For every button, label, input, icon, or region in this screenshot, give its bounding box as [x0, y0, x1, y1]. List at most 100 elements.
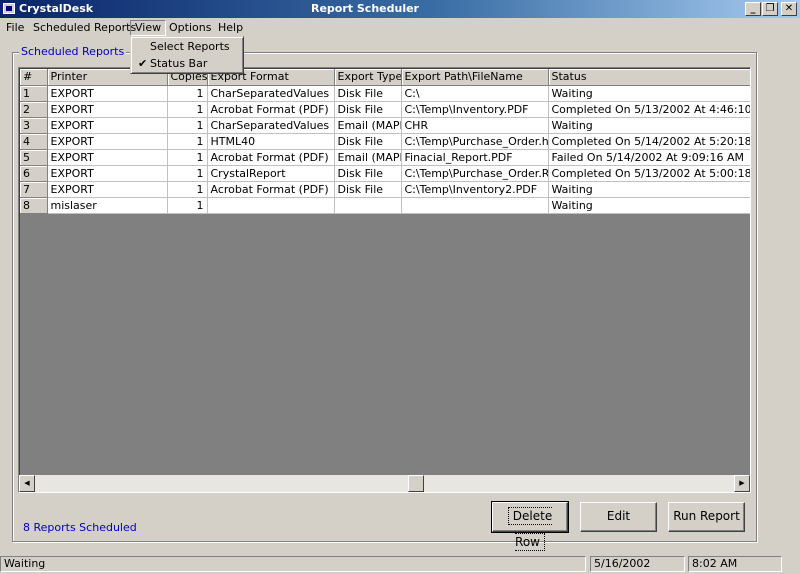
- row-number[interactable]: 3: [20, 117, 48, 134]
- delete-row-label: Delete Row: [507, 507, 553, 551]
- cell-export-format[interactable]: HTML40: [207, 133, 335, 150]
- cell-export-path[interactable]: C:\Temp\Purchase_Order.htm: [401, 133, 549, 150]
- scroll-left-arrow-icon[interactable]: ◀: [19, 475, 35, 492]
- cell-printer[interactable]: EXPORT: [47, 181, 168, 198]
- cell-export-path[interactable]: [401, 197, 549, 214]
- column-header-number[interactable]: #: [20, 69, 48, 86]
- cell-status[interactable]: Waiting: [548, 117, 750, 134]
- cell-export-path[interactable]: C:\: [401, 85, 549, 102]
- cell-export-format[interactable]: CrystalReport: [207, 165, 335, 182]
- reports-table: # Printer Copies Export Format Export Ty…: [20, 69, 750, 214]
- column-header-export-type[interactable]: Export Type: [334, 69, 402, 86]
- restore-button[interactable]: ❐: [762, 2, 778, 16]
- cell-printer[interactable]: EXPORT: [47, 117, 168, 134]
- minimize-button[interactable]: _: [745, 2, 761, 16]
- cell-export-type[interactable]: Email (MAPI): [334, 117, 402, 134]
- cell-export-path[interactable]: C:\Temp\Inventory.PDF: [401, 101, 549, 118]
- horizontal-scrollbar[interactable]: ◀ ▶: [19, 475, 750, 492]
- view-menu-dropdown: Select Reports ✔ Status Bar: [130, 36, 244, 74]
- cell-export-path[interactable]: C:\Temp\Purchase_Order.RPT: [401, 165, 549, 182]
- cell-printer[interactable]: EXPORT: [47, 133, 168, 150]
- table-row[interactable]: 5 EXPORT 1 Acrobat Format (PDF) Email (M…: [20, 149, 750, 166]
- table-row[interactable]: 8 mislaser 1 Waiting: [20, 197, 750, 214]
- table-row[interactable]: 6 EXPORT 1 CrystalReport Disk File C:\Te…: [20, 165, 750, 182]
- cell-copies[interactable]: 1: [167, 149, 208, 166]
- cell-export-format[interactable]: [207, 197, 335, 214]
- menu-item-status-bar[interactable]: ✔ Status Bar: [133, 56, 241, 72]
- cell-status[interactable]: Completed On 5/13/2002 At 5:00:18 PM: [548, 165, 750, 182]
- cell-export-format[interactable]: CharSeparatedValues: [207, 85, 335, 102]
- cell-copies[interactable]: 1: [167, 101, 208, 118]
- column-header-status[interactable]: Status: [548, 69, 750, 86]
- delete-row-button[interactable]: Delete Row: [491, 501, 569, 551]
- run-report-label: Run Report: [673, 509, 740, 523]
- table-row[interactable]: 7 EXPORT 1 Acrobat Format (PDF) Disk Fil…: [20, 181, 750, 198]
- menu-scheduled-reports[interactable]: Scheduled Reports: [29, 20, 140, 36]
- status-message: Waiting: [0, 556, 586, 572]
- menu-view[interactable]: View: [130, 20, 167, 36]
- status-date: 5/16/2002: [590, 556, 685, 572]
- cell-export-format[interactable]: CharSeparatedValues: [207, 117, 335, 134]
- cell-printer[interactable]: EXPORT: [47, 85, 168, 102]
- close-button[interactable]: ✕: [781, 2, 797, 16]
- cell-copies[interactable]: 1: [167, 197, 208, 214]
- cell-printer[interactable]: EXPORT: [47, 165, 168, 182]
- cell-export-type[interactable]: Disk File: [334, 101, 402, 118]
- menu-item-select-reports-label: Select Reports: [150, 40, 230, 53]
- checkmark-icon: ✔: [138, 57, 148, 70]
- cell-copies[interactable]: 1: [167, 181, 208, 198]
- menu-item-select-reports[interactable]: Select Reports: [133, 39, 241, 55]
- cell-export-path[interactable]: Finacial_Report.PDF: [401, 149, 549, 166]
- cell-export-format[interactable]: Acrobat Format (PDF): [207, 149, 335, 166]
- cell-status[interactable]: Waiting: [548, 181, 750, 198]
- cell-printer[interactable]: EXPORT: [47, 149, 168, 166]
- window-title: Report Scheduler: [311, 2, 419, 15]
- cell-export-path[interactable]: C:\Temp\Inventory2.PDF: [401, 181, 549, 198]
- column-header-export-path[interactable]: Export Path\FileName: [401, 69, 549, 86]
- table-row[interactable]: 1 EXPORT 1 CharSeparatedValues Disk File…: [20, 85, 750, 102]
- table-row[interactable]: 4 EXPORT 1 HTML40 Disk File C:\Temp\Purc…: [20, 133, 750, 150]
- cell-copies[interactable]: 1: [167, 133, 208, 150]
- cell-export-type[interactable]: Disk File: [334, 165, 402, 182]
- cell-export-type[interactable]: Email (MAPI): [334, 149, 402, 166]
- cell-export-type[interactable]: Disk File: [334, 133, 402, 150]
- row-number[interactable]: 2: [20, 101, 48, 118]
- table-row[interactable]: 3 EXPORT 1 CharSeparatedValues Email (MA…: [20, 117, 750, 134]
- cell-export-format[interactable]: Acrobat Format (PDF): [207, 101, 335, 118]
- reports-grid[interactable]: # Printer Copies Export Format Export Ty…: [18, 67, 751, 493]
- cell-copies[interactable]: 1: [167, 117, 208, 134]
- cell-status[interactable]: Failed On 5/14/2002 At 9:09:16 AM: [548, 149, 750, 166]
- edit-button[interactable]: Edit: [580, 502, 657, 532]
- cell-status[interactable]: Waiting: [548, 85, 750, 102]
- menu-help[interactable]: Help: [214, 20, 247, 36]
- scroll-thumb[interactable]: [408, 475, 424, 492]
- row-number[interactable]: 7: [20, 181, 48, 198]
- status-bar: Waiting 5/16/2002 8:02 AM: [0, 555, 800, 574]
- cell-status[interactable]: Waiting: [548, 197, 750, 214]
- row-number[interactable]: 5: [20, 149, 48, 166]
- table-row[interactable]: 2 EXPORT 1 Acrobat Format (PDF) Disk Fil…: [20, 101, 750, 118]
- cell-copies[interactable]: 1: [167, 165, 208, 182]
- reports-count-label: 8 Reports Scheduled: [23, 521, 137, 534]
- cell-export-type[interactable]: Disk File: [334, 85, 402, 102]
- cell-copies[interactable]: 1: [167, 85, 208, 102]
- menu-options[interactable]: Options: [165, 20, 215, 36]
- cell-printer[interactable]: mislaser: [47, 197, 168, 214]
- row-number[interactable]: 1: [20, 85, 48, 102]
- cell-printer[interactable]: EXPORT: [47, 101, 168, 118]
- edit-label: Edit: [606, 509, 631, 523]
- row-number[interactable]: 8: [20, 197, 48, 214]
- menu-item-status-bar-label: Status Bar: [150, 57, 208, 70]
- row-number[interactable]: 6: [20, 165, 48, 182]
- menu-file[interactable]: File: [2, 20, 28, 36]
- cell-status[interactable]: Completed On 5/14/2002 At 5:20:18 PM: [548, 133, 750, 150]
- cell-status[interactable]: Completed On 5/13/2002 At 4:46:10 PM: [548, 101, 750, 118]
- run-report-button[interactable]: Run Report: [668, 502, 745, 532]
- cell-export-type[interactable]: [334, 197, 402, 214]
- cell-export-type[interactable]: Disk File: [334, 181, 402, 198]
- cell-export-path[interactable]: CHR: [401, 117, 549, 134]
- row-number[interactable]: 4: [20, 133, 48, 150]
- scroll-right-arrow-icon[interactable]: ▶: [734, 475, 750, 492]
- cell-export-format[interactable]: Acrobat Format (PDF): [207, 181, 335, 198]
- status-time: 8:02 AM: [688, 556, 782, 572]
